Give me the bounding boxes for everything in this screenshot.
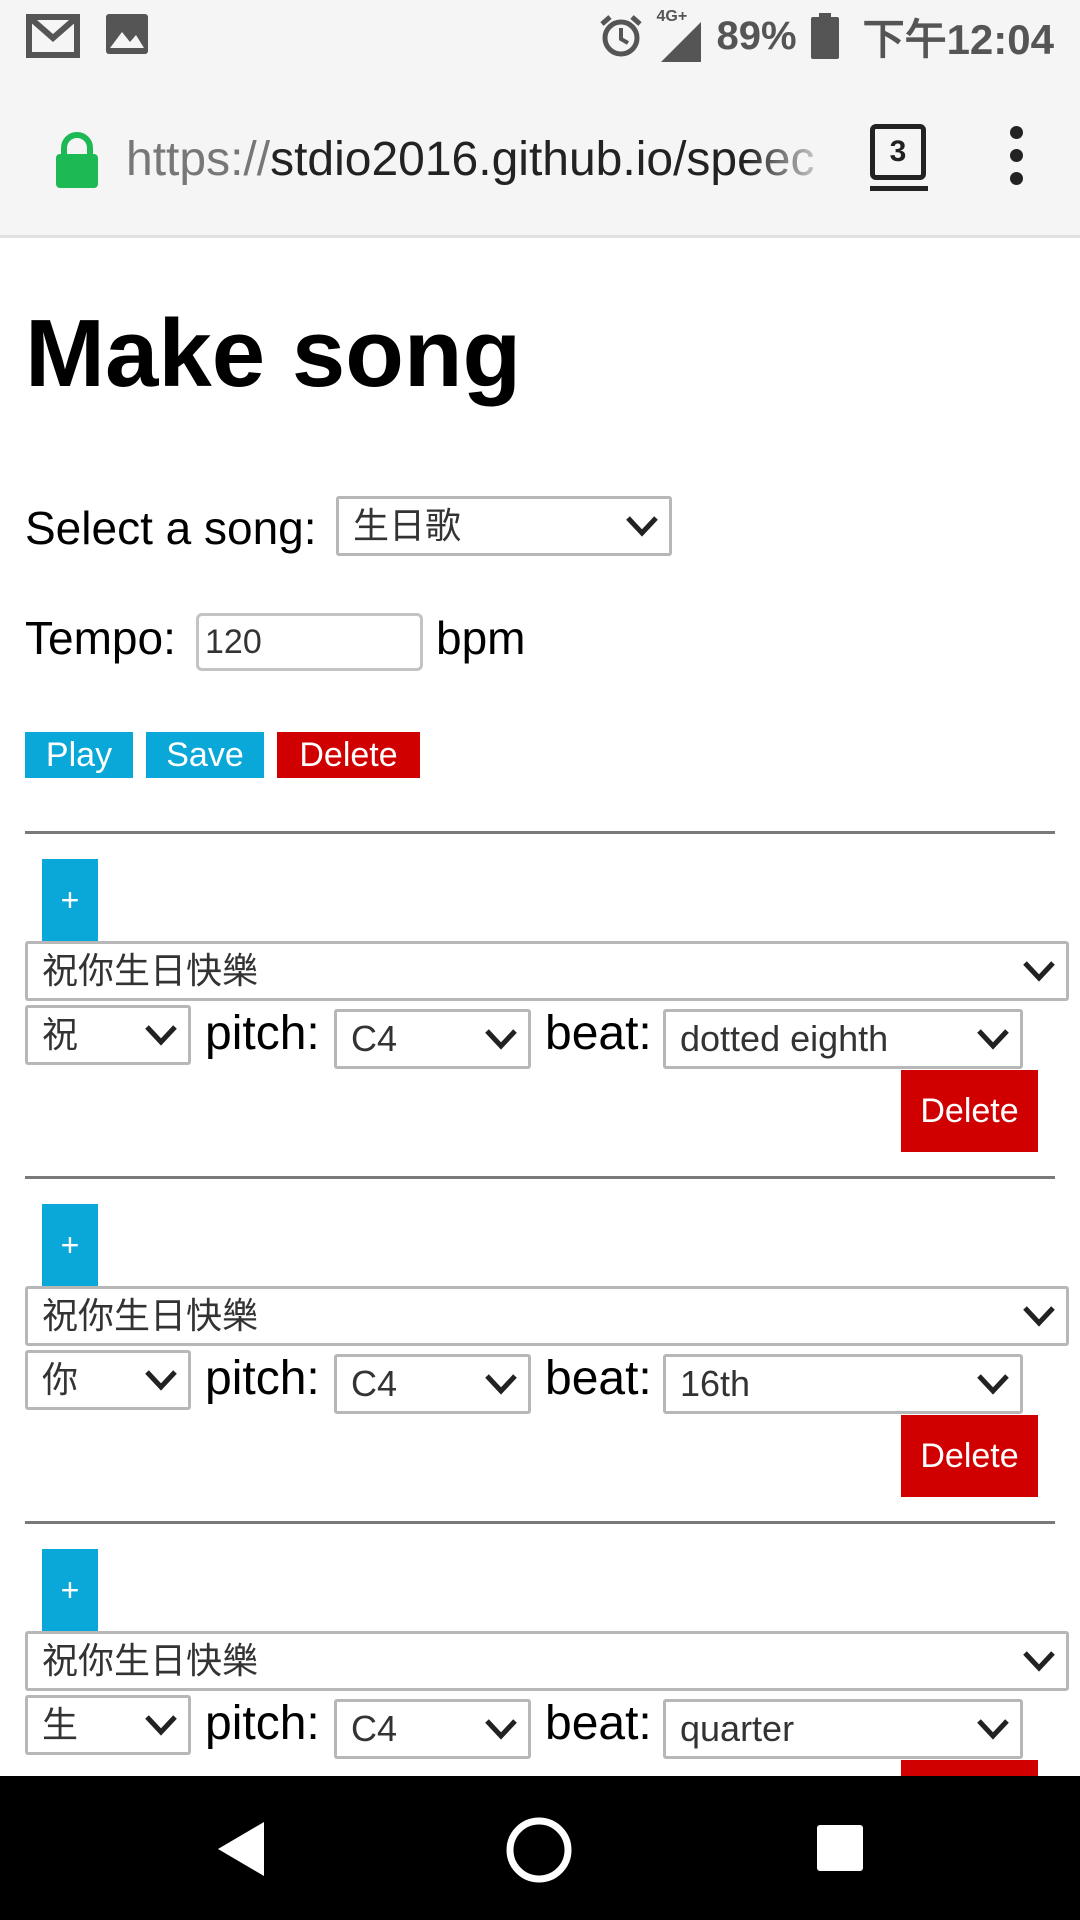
phrase-select[interactable]: 祝你生日快樂 (25, 1631, 1069, 1691)
divider (25, 831, 1055, 834)
tempo-unit: bpm (436, 612, 526, 664)
divider (25, 1176, 1055, 1179)
browser-menu-button[interactable] (1003, 126, 1029, 192)
lyric-select-value: 祝 (42, 1014, 79, 1055)
pitch-select-value: C4 (351, 1018, 398, 1059)
page-title: Make song (25, 300, 522, 407)
recents-icon[interactable] (817, 1825, 863, 1871)
beat-label: beat: (545, 1352, 652, 1405)
beat-label: beat: (545, 1697, 652, 1750)
play-button[interactable]: Play (25, 732, 133, 778)
beat-select-value: quarter (680, 1708, 795, 1749)
divider (25, 1521, 1055, 1524)
phrase-select-value: 祝你生日快樂 (42, 1640, 259, 1681)
delete-song-button[interactable]: Delete (277, 732, 420, 778)
beat-select[interactable]: 16th (663, 1354, 1023, 1414)
phrase-select[interactable]: 祝你生日快樂 (25, 941, 1069, 1001)
song-select[interactable]: 生日歌 (336, 496, 672, 556)
pitch-select-value: C4 (351, 1363, 398, 1404)
song-select-value: 生日歌 (353, 505, 462, 546)
chevron-down-icon (977, 1719, 1009, 1740)
lyric-select[interactable]: 生 (25, 1695, 191, 1755)
chevron-down-icon (485, 1719, 517, 1740)
phrase-select-value: 祝你生日快樂 (42, 950, 259, 991)
beat-select-value: dotted eighth (680, 1018, 889, 1059)
alarm-icon (599, 15, 642, 57)
chevron-down-icon (1023, 1651, 1055, 1672)
delete-note-button[interactable]: Delete (901, 1415, 1038, 1497)
chevron-down-icon (977, 1029, 1009, 1050)
phrase-select-value: 祝你生日快樂 (42, 1295, 259, 1336)
beat-select[interactable]: quarter (663, 1699, 1023, 1759)
phrase-select[interactable]: 祝你生日快樂 (25, 1286, 1069, 1346)
browser-toolbar: https://stdio2016.github.io/speec 3 (0, 72, 1080, 238)
back-icon[interactable] (212, 1818, 268, 1880)
pitch-select-value: C4 (351, 1708, 398, 1749)
delete-note-button[interactable]: Delete (901, 1070, 1038, 1152)
lyric-select[interactable]: 祝 (25, 1005, 191, 1065)
chevron-down-icon (145, 1025, 177, 1046)
add-note-button[interactable]: + (42, 859, 98, 941)
address-bar[interactable]: https://stdio2016.github.io/speec (126, 130, 836, 190)
save-button[interactable]: Save (146, 732, 264, 778)
tempo-value: 120 (205, 623, 262, 661)
lock-icon (56, 132, 98, 188)
beat-select[interactable]: dotted eighth (663, 1009, 1023, 1069)
url-scheme: https:// (126, 133, 271, 186)
chevron-down-icon (145, 1370, 177, 1391)
pitch-select[interactable]: C4 (334, 1009, 531, 1069)
home-icon[interactable] (505, 1816, 573, 1884)
system-nav-bar (0, 1776, 1080, 1920)
tempo-input[interactable]: 120 (196, 613, 423, 671)
lyric-select[interactable]: 你 (25, 1350, 191, 1410)
chevron-down-icon (977, 1374, 1009, 1395)
image-icon (106, 14, 148, 54)
chevron-down-icon (145, 1715, 177, 1736)
tempo-label: Tempo: (25, 612, 176, 664)
add-note-button[interactable]: + (42, 1204, 98, 1286)
song-select-label: Select a song: (25, 502, 317, 554)
lyric-select-value: 生 (42, 1704, 79, 1745)
chevron-down-icon (1023, 961, 1055, 982)
pitch-select[interactable]: C4 (334, 1699, 531, 1759)
pitch-label: pitch: (205, 1352, 320, 1405)
pitch-label: pitch: (205, 1007, 320, 1060)
battery-percent: 89% (716, 13, 797, 58)
chevron-down-icon (1023, 1306, 1055, 1327)
pitch-label: pitch: (205, 1697, 320, 1750)
add-note-button[interactable]: + (42, 1549, 98, 1631)
chevron-down-icon (485, 1374, 517, 1395)
beat-select-value: 16th (680, 1363, 751, 1404)
tab-switcher-button[interactable]: 3 (870, 124, 926, 180)
gmail-icon (26, 14, 80, 58)
url-host: stdio2016.github.io/speec (270, 133, 815, 186)
pitch-select[interactable]: C4 (334, 1354, 531, 1414)
clock: 下午12:04 (862, 15, 1054, 63)
beat-label: beat: (545, 1007, 652, 1060)
chevron-down-icon (485, 1029, 517, 1050)
signal-icon (660, 22, 701, 62)
signal-indicator: 4G+ (657, 8, 703, 62)
status-bar: 4G+ 89% 下午12:04 (0, 0, 1080, 72)
lyric-select-value: 你 (42, 1359, 79, 1400)
chevron-down-icon (626, 516, 658, 537)
battery-icon (810, 13, 839, 59)
